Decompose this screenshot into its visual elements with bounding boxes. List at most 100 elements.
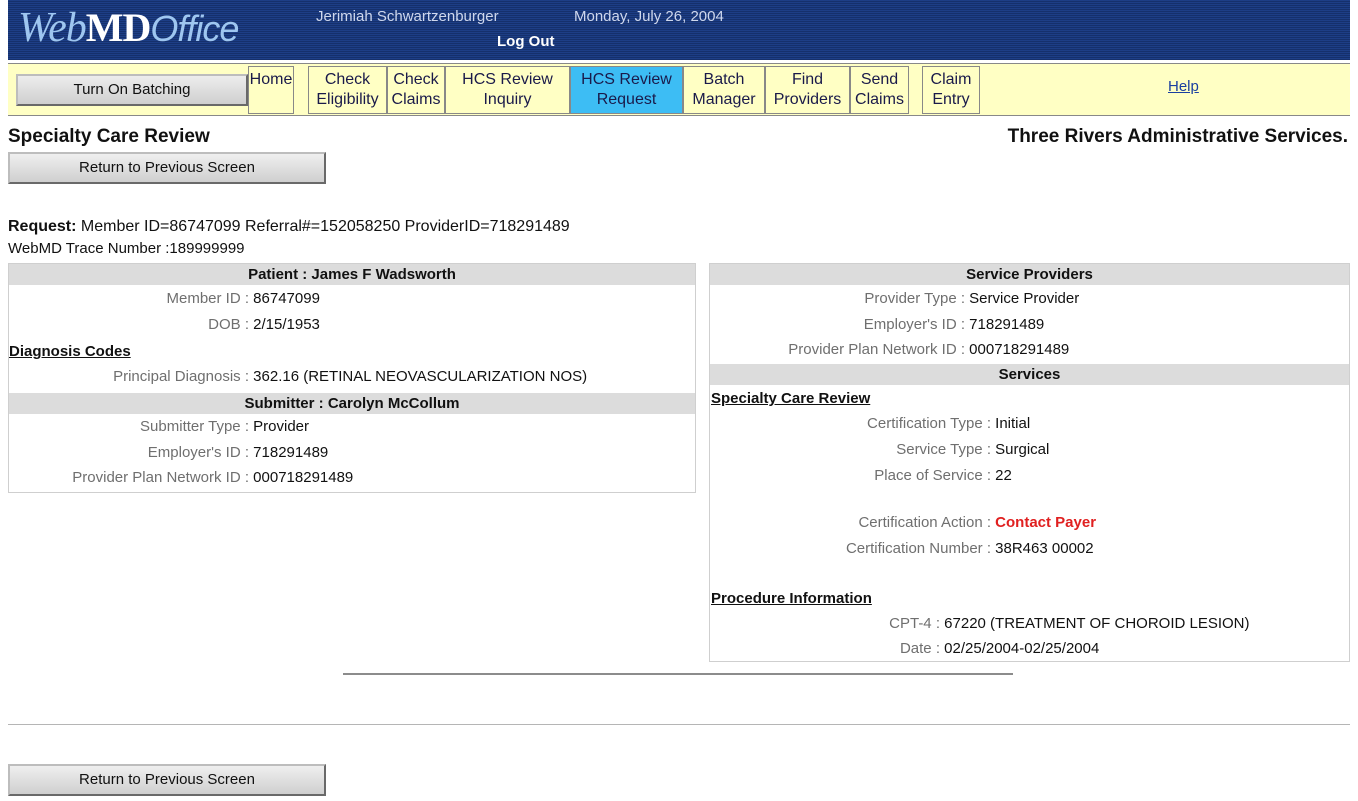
payer-name: Three Rivers Administrative Services. [1007, 126, 1348, 147]
network-id-label: Provider Plan Network ID : [72, 469, 249, 486]
current-date: Monday, July 26, 2004 [574, 8, 724, 25]
member-id-value: 86747099 [249, 290, 320, 307]
webmd-office-logo: WebMDOffice [18, 5, 239, 51]
nav-label-line2: Inquiry [483, 91, 532, 108]
service-providers-header: Service Providers [710, 264, 1349, 285]
logout-link[interactable]: Log Out [497, 33, 554, 50]
nav-find-providers[interactable]: Find Providers [765, 66, 850, 114]
service-panel: Service Providers Provider Type : Servic… [709, 263, 1350, 662]
user-name: Jerimiah Schwartzenburger [316, 8, 499, 25]
nav-label-line1: Batch [703, 71, 745, 88]
nav-claim-entry[interactable]: Claim Entry [922, 66, 980, 114]
submitter-type-label: Submitter Type : [140, 418, 249, 435]
nav-label-line2: Claims [855, 91, 904, 108]
dob-label: DOB : [208, 316, 249, 333]
diagnosis-codes-heading: Diagnosis Codes [9, 343, 131, 360]
provider-type-label: Provider Type : [864, 290, 965, 307]
service-type-row: Service Type : Surgical [710, 441, 1049, 458]
return-previous-button-bottom[interactable]: Return to Previous Screen [8, 764, 326, 796]
submitter-type-row: Submitter Type : Provider [9, 418, 309, 435]
provider-type-row: Provider Type : Service Provider [710, 290, 1079, 307]
employer-id-value: 718291489 [249, 444, 329, 461]
specialty-care-review-heading: Specialty Care Review [711, 390, 871, 407]
turn-on-batching-button[interactable]: Turn On Batching [16, 74, 248, 106]
help-link[interactable]: Help [1168, 78, 1199, 95]
principal-diagnosis-row: Principal Diagnosis : 362.16 (RETINAL NE… [9, 368, 587, 385]
trace-number: WebMD Trace Number :189999999 [8, 240, 245, 257]
submitter-employer-row: Employer's ID : 718291489 [9, 444, 328, 461]
procedure-date-row: Date : 02/25/2004-02/25/2004 [710, 640, 1099, 657]
nav-label-line2: Eligibility [316, 91, 379, 108]
network-id-value: 000718291489 [249, 469, 354, 486]
cert-action-value: Contact Payer [991, 514, 1097, 531]
divider-line [343, 673, 1013, 675]
submitter-type-value: Provider [249, 418, 310, 435]
cpt-value: 67220 (TREATMENT OF CHOROID LESION) [940, 615, 1250, 632]
member-id-row: Member ID : 86747099 [9, 290, 320, 307]
cert-number-label: Certification Number : [845, 540, 991, 557]
dob-value: 2/15/1953 [249, 316, 320, 333]
main-nav: Turn On Batching Home Check Eligibility … [8, 63, 1350, 116]
patient-panel: Patient : James F Wadsworth Member ID : … [8, 263, 696, 493]
nav-label-line2: Claims [391, 91, 441, 108]
return-previous-button-top[interactable]: Return to Previous Screen [8, 152, 326, 184]
top-banner: WebMDOffice Jerimiah Schwartzenburger Mo… [8, 0, 1350, 60]
cert-number-value: 38R463 00002 [991, 540, 1094, 557]
cert-number-row: Certification Number : 38R463 00002 [710, 540, 1094, 557]
request-label: Request: [8, 218, 77, 235]
service-type-label: Service Type : [896, 441, 991, 458]
cpt-row: CPT-4 : 67220 (TREATMENT OF CHOROID LESI… [710, 615, 1250, 632]
cert-type-label: Certification Type : [867, 415, 991, 432]
nav-home[interactable]: Home [248, 66, 294, 114]
member-id-label: Member ID : [166, 290, 249, 307]
nav-label-line1: Check [393, 71, 439, 88]
principal-diagnosis-label: Principal Diagnosis : [113, 368, 249, 385]
procedure-information-heading: Procedure Information [711, 590, 872, 607]
cert-type-row: Certification Type : Initial [710, 415, 1030, 432]
nav-label-line2: Entry [932, 91, 970, 108]
patient-header: Patient : James F Wadsworth [9, 264, 695, 285]
nav-label-line2: Request [596, 91, 657, 108]
network-id-value: 000718291489 [965, 341, 1070, 358]
employer-id-label: Employer's ID : [863, 316, 965, 333]
principal-diagnosis-value: 362.16 (RETINAL NEOVASCULARIZATION NOS) [249, 368, 588, 385]
procedure-date-label: Date : [899, 640, 940, 657]
cpt-label: CPT-4 : [889, 615, 940, 632]
place-of-service-value: 22 [991, 467, 1012, 484]
cert-type-value: Initial [991, 415, 1031, 432]
nav-label-line1: HCS Review [462, 71, 553, 88]
nav-home-label: Home [249, 71, 293, 88]
cert-action-row: Certification Action : Contact Payer [710, 514, 1096, 531]
nav-label-line1: Claim [930, 71, 972, 88]
nav-label-line1: Send [860, 71, 899, 88]
service-type-value: Surgical [991, 441, 1050, 458]
cert-action-label: Certification Action : [858, 514, 991, 531]
provider-network-row: Provider Plan Network ID : 000718291489 [710, 341, 1069, 358]
services-header: Services [710, 364, 1349, 385]
nav-label-line1: HCS Review [581, 71, 672, 88]
submitter-network-row: Provider Plan Network ID : 000718291489 [9, 469, 353, 486]
page-title: Specialty Care Review [8, 126, 210, 147]
provider-employer-row: Employer's ID : 718291489 [710, 316, 1044, 333]
employer-id-label: Employer's ID : [147, 444, 249, 461]
nav-hcs-review-inquiry[interactable]: HCS Review Inquiry [445, 66, 570, 114]
nav-check-eligibility[interactable]: Check Eligibility [308, 66, 387, 114]
place-of-service-label: Place of Service : [874, 467, 991, 484]
employer-id-value: 718291489 [965, 316, 1045, 333]
submitter-header: Submitter : Carolyn McCollum [9, 393, 695, 414]
request-summary: Request: Member ID=86747099 Referral#=15… [8, 218, 570, 236]
request-text: Member ID=86747099 Referral#=152058250 P… [76, 218, 570, 235]
nav-batch-manager[interactable]: Batch Manager [683, 66, 765, 114]
procedure-date-value: 02/25/2004-02/25/2004 [940, 640, 1100, 657]
provider-type-value: Service Provider [965, 290, 1080, 307]
nav-send-claims[interactable]: Send Claims [850, 66, 909, 114]
nav-label-line2: Providers [773, 91, 842, 108]
nav-check-claims[interactable]: Check Claims [387, 66, 445, 114]
nav-hcs-review-request[interactable]: HCS Review Request [570, 66, 683, 114]
nav-label-line2: Manager [692, 91, 756, 108]
network-id-label: Provider Plan Network ID : [788, 341, 965, 358]
nav-label-line1: Find [791, 71, 824, 88]
divider-line-full [8, 724, 1350, 725]
place-of-service-row: Place of Service : 22 [710, 467, 1012, 484]
dob-row: DOB : 2/15/1953 [9, 316, 320, 333]
